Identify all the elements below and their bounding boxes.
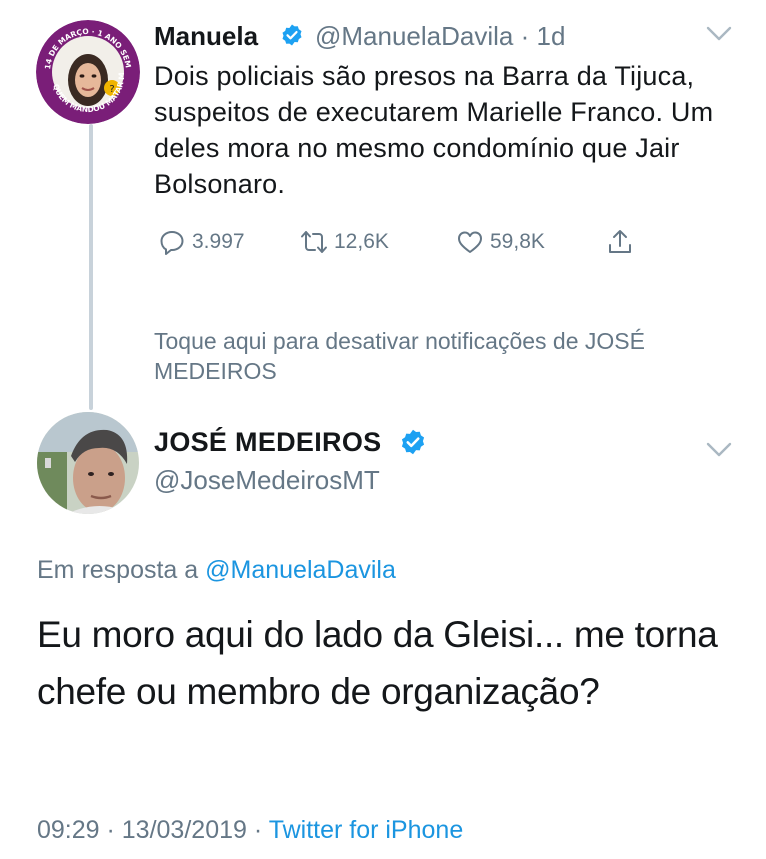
avatar-jose-medeiros[interactable]: [37, 412, 139, 514]
like-button[interactable]: 59,8K: [456, 226, 545, 258]
verified-badge-icon: [399, 428, 427, 456]
like-count: 59,8K: [490, 230, 545, 253]
tweet-source-link[interactable]: Twitter for iPhone: [269, 816, 464, 844]
retweet-button[interactable]: 12,6K: [300, 226, 389, 258]
author-handle[interactable]: @ManuelaDavila: [315, 21, 513, 51]
share-button[interactable]: [606, 226, 640, 258]
author-handle[interactable]: @JoseMedeirosMT: [154, 465, 380, 496]
chevron-down-icon[interactable]: [706, 442, 732, 458]
tweet-text: Dois policiais são presos na Barra da Ti…: [154, 61, 714, 199]
author-name[interactable]: Manuela: [154, 21, 258, 52]
reply-button[interactable]: 3.997: [158, 226, 245, 258]
verified-badge-icon: [280, 23, 304, 47]
meta-separator: ·: [253, 816, 263, 844]
retweet-icon: [301, 231, 327, 253]
reply-mention-link[interactable]: @ManuelaDavila: [205, 556, 396, 584]
like-icon: [458, 231, 482, 253]
reply-count: 3.997: [192, 230, 245, 253]
tweet-meta: 09:29 · 13/03/2019 · Twitter for iPhone: [37, 816, 463, 845]
thread-connector-line: [89, 124, 93, 410]
chevron-down-icon[interactable]: [706, 26, 732, 42]
share-icon: [609, 230, 631, 253]
reply-icon: [160, 231, 184, 255]
retweet-count: 12,6K: [334, 230, 389, 253]
author-handle-and-time[interactable]: @ManuelaDavila · 1d: [315, 21, 565, 52]
tweet-timestamp[interactable]: 09:29 · 13/03/2019: [37, 816, 247, 844]
notification-toggle-link[interactable]: Toque aqui para desativar notificações d…: [154, 326, 714, 386]
tweet-age[interactable]: 1d: [537, 21, 566, 51]
author-name[interactable]: JOSÉ MEDEIROS: [154, 427, 381, 458]
time-separator: ·: [520, 21, 530, 51]
reply-context: Em resposta a @ManuelaDavila: [37, 556, 396, 585]
avatar-manuela[interactable]: ? 14 DE MARÇO · 1 ANO SEM RESPOSTA QUEM …: [36, 20, 140, 124]
tweet-text: Eu moro aqui do lado da Gleisi... me tor…: [37, 614, 718, 712]
reply-prefix: Em resposta a: [37, 556, 199, 584]
